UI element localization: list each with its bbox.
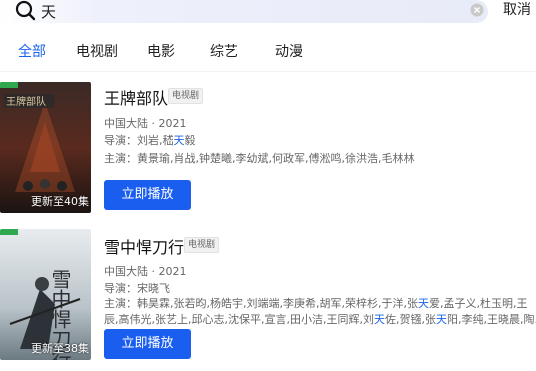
poster-update-badge: 更新至40集 <box>31 195 89 208</box>
result-title[interactable]: 雪中悍刀行 <box>104 234 184 258</box>
poster-image[interactable]: 雪中悍刀行 更新至38集 <box>0 229 91 360</box>
director-line: 导演：宋晓飞 <box>104 282 170 295</box>
cast-line: 主演：黄景瑜,肖战,钟楚曦,李幼斌,何政军,傅淞鸣,徐洪浩,毛林林 <box>104 152 415 165</box>
search-input[interactable] <box>41 1 461 21</box>
region-year: 中国大陆 · 2021 <box>104 265 187 278</box>
type-tag: 电视剧 <box>184 237 220 253</box>
result-title[interactable]: 王牌部队 <box>104 85 168 109</box>
tab-all[interactable]: 全部 <box>18 41 46 63</box>
poster-image[interactable]: 王牌部队 更新至40集 <box>0 82 91 213</box>
tab-movies[interactable]: 电影 <box>147 41 175 63</box>
cancel-button[interactable]: 取消 <box>503 0 531 22</box>
search-bar <box>0 0 488 23</box>
tabs-divider <box>0 71 536 72</box>
search-icon <box>15 0 36 21</box>
play-now-button[interactable]: 立即播放 <box>104 180 191 210</box>
play-now-button[interactable]: 立即播放 <box>104 329 191 359</box>
clear-icon[interactable] <box>470 3 484 17</box>
poster-update-badge: 更新至38集 <box>31 342 89 355</box>
tab-variety[interactable]: 综艺 <box>210 41 238 63</box>
cast-line: 主演：韩昊霖,张若昀,杨皓宇,刘端端,李庚希,胡军,荣梓杉,于洋,张天爱,孟子义… <box>104 297 536 326</box>
poster-title-art: 王牌部队 <box>6 95 46 108</box>
tab-tv-series[interactable]: 电视剧 <box>76 41 118 63</box>
region-year: 中国大陆 · 2021 <box>104 117 187 130</box>
director-line: 导演：刘岩,嵇天毅 <box>104 134 196 147</box>
category-tabs: 全部 电视剧 电影 综艺 动漫 <box>0 41 536 65</box>
type-tag: 电视剧 <box>168 88 204 104</box>
tab-anime[interactable]: 动漫 <box>275 41 303 63</box>
